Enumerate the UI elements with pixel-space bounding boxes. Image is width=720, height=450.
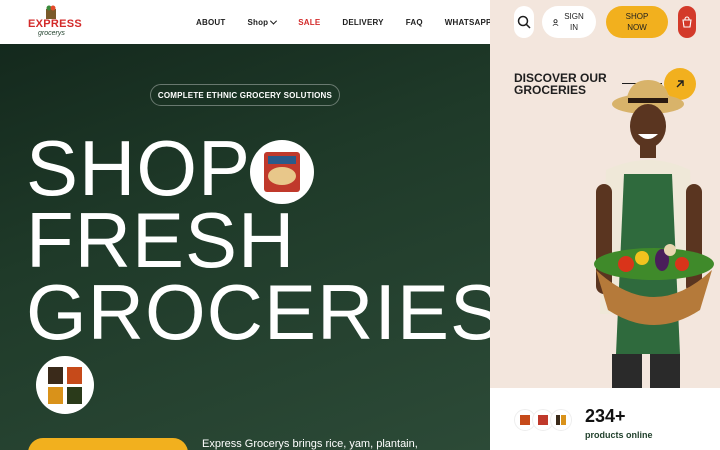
site-header: EXPRESS grocerys ABOUT Shop SALE DELIVER… [0, 0, 491, 44]
hero-section: COMPLETE ETHNIC GROCERY SOLUTIONS SHOP F… [0, 44, 490, 450]
nav-delivery[interactable]: DELIVERY [342, 18, 383, 27]
nav-whatsapp[interactable]: WHATSAPP [445, 18, 492, 27]
chevron-down-icon [270, 17, 278, 25]
hero-headline-line-2: FRESH [26, 196, 296, 284]
search-button[interactable] [514, 6, 534, 38]
grocery-bag-icon [46, 5, 56, 19]
discover-panel: DISCOVER OUR GROCERIES 234+ products onl… [490, 44, 720, 450]
product-image [264, 152, 300, 192]
product-count-label: products online [585, 430, 653, 440]
product-image [520, 415, 530, 425]
farmer-image [594, 80, 714, 390]
product-thumbnail-packs [36, 356, 94, 414]
search-icon [517, 15, 531, 29]
product-image [538, 415, 548, 425]
nav-faq[interactable]: FAQ [406, 18, 423, 27]
hero-description: Express Grocerys brings rice, yam, plant… [202, 438, 418, 450]
product-thumbnail-bread [250, 140, 314, 204]
cart-button[interactable] [678, 6, 696, 38]
user-icon [552, 18, 559, 26]
cart-icon [682, 16, 692, 28]
hero-headline-line-3: GROCERIES [26, 268, 490, 356]
nav-about[interactable]: ABOUT [196, 18, 225, 27]
stats-card: 234+ products online [490, 388, 720, 450]
header-actions: SIGN IN SHOP NOW [490, 0, 720, 44]
logo-title: EXPRESS [28, 18, 83, 30]
logo-subtitle: grocerys [38, 30, 65, 37]
sign-in-button[interactable]: SIGN IN [542, 6, 596, 38]
product-count: 234+ [585, 406, 626, 426]
hero-cta-button[interactable] [28, 438, 188, 450]
product-mini-thumb [550, 409, 572, 431]
logo[interactable]: EXPRESS grocerys [24, 4, 82, 40]
shop-now-button[interactable]: SHOP NOW [606, 6, 668, 38]
nav-shop[interactable]: Shop [247, 17, 278, 27]
main-nav: ABOUT Shop SALE DELIVERY FAQ WHATSAPP [196, 0, 514, 44]
hero-tagline: COMPLETE ETHNIC GROCERY SOLUTIONS [150, 84, 340, 106]
nav-sale[interactable]: SALE [298, 18, 320, 27]
product-image [48, 367, 82, 404]
sign-in-label: SIGN IN [564, 12, 584, 32]
product-image [556, 415, 566, 425]
hero-headline-line-1: SHOP [26, 124, 252, 212]
shop-now-label: SHOP NOW [625, 12, 649, 32]
nav-shop-label: Shop [247, 17, 269, 27]
